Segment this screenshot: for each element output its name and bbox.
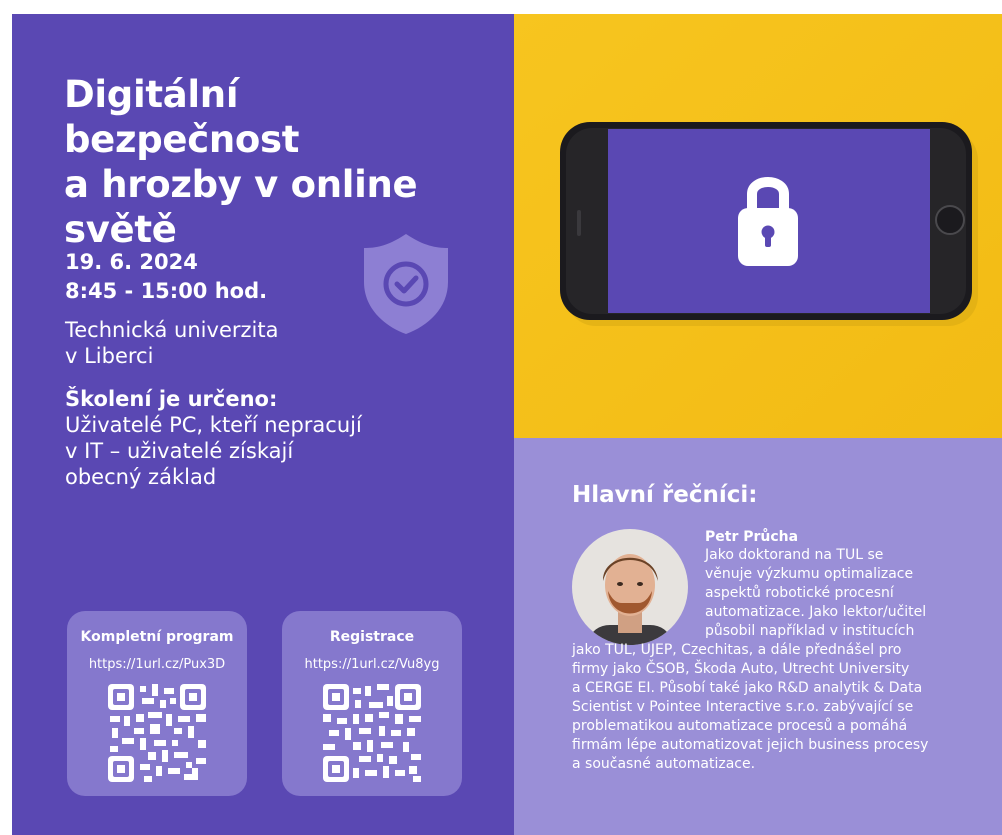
event-info-panel: Digitální bezpečnost a hrozby v online s… [12,14,514,835]
qr-code-icon[interactable] [323,684,421,782]
event-time: 8:45 - 15:00 hod. [65,279,268,303]
phone-photo [514,14,1002,438]
speaker-name: Petr Průcha [705,529,799,545]
bio-line: firmy jako ČSOB, Škoda Auto, Utrecht Uni… [572,661,910,677]
speakers-heading: Hlavní řečníci: [572,482,758,508]
shield-check-icon [364,234,448,334]
bio-line: jako TUL, UJEP, Czechitas, a dále předná… [572,642,902,658]
program-label: Kompletní program [80,629,234,645]
phone-image [514,14,1002,438]
target-audience: Školení je určeno: Uživatelé PC, kteří n… [65,386,465,490]
audience-heading: Školení je určeno: [65,387,278,411]
bio-line: a současné automatizace. [572,756,756,772]
audience-line: v IT – uživatelé získají [65,439,294,463]
speaker-avatar [572,529,688,645]
speakers-section: Hlavní řečníci: Petr Průcha Jako doktora… [514,438,1002,835]
bio-line: firmám lépe automatizovat jejich busines… [572,737,929,753]
place-line: Technická univerzita [65,318,279,342]
registration-label: Registrace [329,629,415,645]
bio-line: věnuje výzkumu optimalizace [705,566,914,582]
event-datetime: 19. 6. 2024 8:45 - 15:00 hod. [65,248,267,306]
bio-line: aspektů robotické procesní [705,585,894,601]
title-line: a hrozby v online [64,163,418,206]
place-line: v Liberci [65,344,154,368]
audience-line: Uživatelé PC, kteří nepracují [65,413,362,437]
bio-line: a CERGE EI. Působí také jako R&D analyti… [572,680,923,696]
audience-line: obecný základ [65,465,217,489]
program-url[interactable]: https://1url.cz/Pux3D [67,657,247,672]
qr-code-icon[interactable] [108,684,206,782]
event-poster: Digitální bezpečnost a hrozby v online s… [12,14,1002,835]
event-title: Digitální bezpečnost a hrozby v online s… [64,72,484,252]
title-line: Digitální bezpečnost [64,73,300,161]
bio-line: problematikou automatizace procesů a pom… [572,718,908,734]
registration-qr-card[interactable]: Registrace https://1url.cz/Vu8yg [282,611,462,796]
bio-line: Jako doktorand na TUL se [705,547,884,563]
registration-url[interactable]: https://1url.cz/Vu8yg [282,657,462,672]
event-place: Technická univerzita v Liberci [65,317,278,369]
program-qr-card[interactable]: Kompletní program https://1url.cz/Pux3D [67,611,247,796]
bio-line: Scientist v Pointee Interactive s.r.o. z… [572,699,914,715]
bio-line: působil například v institucích [705,623,915,639]
bio-line: automatizace. Jako lektor/učitel [705,604,927,620]
event-date: 19. 6. 2024 [65,250,198,274]
